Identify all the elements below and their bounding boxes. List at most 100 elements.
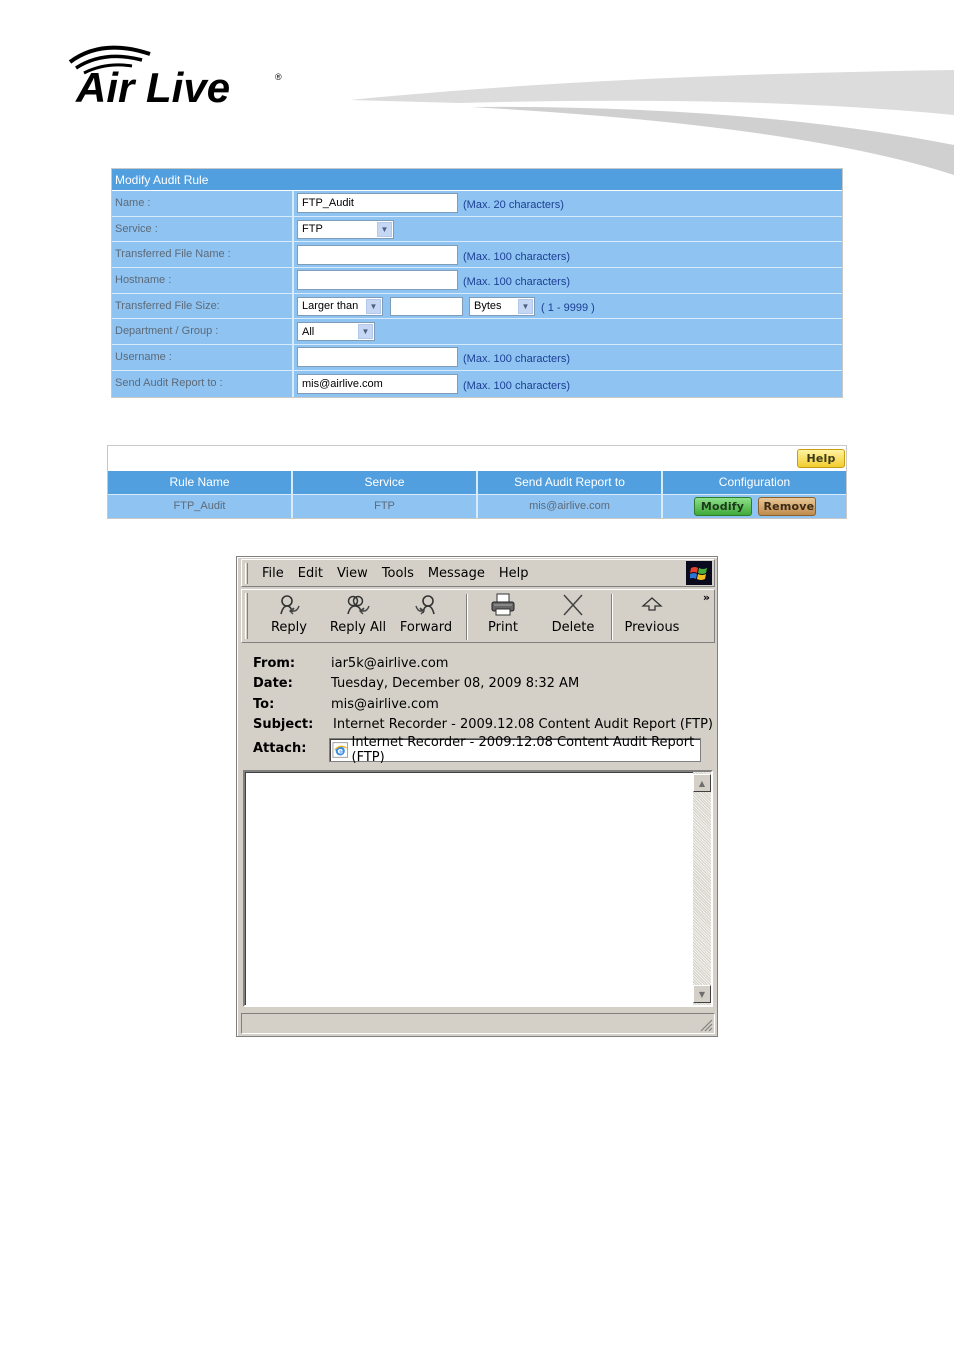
cell-report-to: mis@airlive.com	[478, 494, 663, 518]
reply-all-button[interactable]: Reply All	[323, 592, 393, 642]
status-bar	[241, 1013, 715, 1034]
delete-icon	[563, 594, 583, 616]
remove-button[interactable]: Remove	[757, 497, 816, 516]
reply-all-label: Reply All	[329, 620, 387, 635]
menu-file[interactable]: File	[262, 566, 284, 581]
menu-message[interactable]: Message	[428, 566, 485, 581]
username-input[interactable]	[297, 347, 458, 368]
menu-bar: File Edit View Tools Message Help	[241, 559, 715, 587]
toolbar-overflow-chevron-icon[interactable]: »	[703, 591, 710, 604]
delete-label: Delete	[551, 620, 595, 635]
comparator-select[interactable]: Larger than ▼	[297, 296, 383, 316]
hostname-input[interactable]	[297, 270, 458, 291]
header-from: From: iar5k@airlive.com	[253, 653, 713, 674]
row-username: Username : (Max. 100 characters)	[112, 345, 842, 371]
to-label: To:	[253, 696, 275, 712]
airlive-logo: Air Live ®	[62, 40, 292, 111]
file-size-hint: ( 1 - 9999 )	[541, 302, 595, 315]
help-button[interactable]: Help	[797, 449, 845, 468]
print-icon	[491, 593, 515, 616]
row-department: Department / Group : All ▼	[112, 319, 842, 346]
scroll-down-icon[interactable]: ▼	[693, 985, 711, 1003]
resize-grip-icon[interactable]	[699, 1018, 713, 1032]
hostname-hint: (Max. 100 characters)	[463, 276, 570, 289]
menu-help[interactable]: Help	[499, 566, 529, 581]
col-rule-name: Rule Name	[108, 471, 293, 494]
chevron-down-icon[interactable]: ▼	[377, 221, 392, 237]
file-size-label: Transferred File Size:	[112, 293, 294, 319]
attachment-item[interactable]: e Internet Recorder - 2009.12.08 Content…	[329, 735, 701, 765]
service-label: Service :	[112, 216, 294, 242]
forward-icon	[415, 595, 435, 615]
reply-label: Reply	[270, 620, 307, 635]
name-input[interactable]	[297, 193, 458, 214]
chevron-down-icon[interactable]: ▼	[518, 298, 533, 314]
svg-text:®: ®	[275, 72, 282, 82]
row-file-name: Transferred File Name : (Max. 100 charac…	[112, 242, 842, 269]
row-name: Name : (Max. 20 characters)	[112, 191, 842, 217]
menu-edit[interactable]: Edit	[298, 566, 323, 581]
header-subject: Subject: Internet Recorder - 2009.12.08 …	[253, 715, 713, 736]
toolbar-separator	[611, 594, 613, 640]
reply-all-icon	[347, 595, 370, 615]
cell-service: FTP	[293, 494, 478, 518]
username-label: Username :	[112, 345, 294, 370]
chevron-down-icon[interactable]: ▼	[366, 298, 381, 314]
row-file-size: Transferred File Size: Larger than ▼ Byt…	[112, 293, 842, 320]
mail-headers: From: iar5k@airlive.com Date: Tuesday, D…	[253, 653, 713, 765]
print-button[interactable]: Print	[468, 592, 538, 642]
subject-value: Internet Recorder - 2009.12.08 Content A…	[333, 717, 713, 733]
file-name-hint: (Max. 100 characters)	[463, 250, 570, 263]
file-name-input[interactable]	[297, 244, 458, 265]
email-window: File Edit View Tools Message Help Reply …	[236, 556, 718, 1037]
col-service: Service	[293, 471, 478, 494]
audit-rules-table: Help Rule Name Service Send Audit Report…	[107, 445, 847, 519]
department-selected: All	[302, 325, 315, 338]
row-send-report: Send Audit Report to : (Max. 100 charact…	[112, 370, 842, 397]
attach-label: Attach:	[253, 740, 307, 756]
subject-label: Subject:	[253, 717, 314, 733]
col-configuration: Configuration	[663, 471, 846, 494]
menu-tools[interactable]: Tools	[382, 566, 414, 581]
attachment-name: Internet Recorder - 2009.12.08 Content A…	[351, 735, 695, 765]
department-select[interactable]: All ▼	[297, 322, 375, 342]
comparator-selected: Larger than	[302, 300, 359, 313]
forward-button[interactable]: Forward	[391, 592, 461, 642]
name-label: Name :	[112, 191, 294, 216]
svg-text:Air Live: Air Live	[75, 64, 230, 110]
scroll-up-icon[interactable]: ▲	[693, 774, 711, 792]
menu-grip[interactable]	[245, 563, 248, 584]
send-report-hint: (Max. 100 characters)	[463, 379, 570, 392]
mail-toolbar: Reply Reply All Forward Print Delete Pre…	[241, 589, 715, 643]
reply-button[interactable]: Reply	[254, 592, 324, 642]
delete-button[interactable]: Delete	[538, 592, 608, 642]
vertical-scrollbar[interactable]: ▲ ▼	[693, 772, 711, 1005]
menu-view[interactable]: View	[337, 566, 368, 581]
modify-button[interactable]: Modify	[693, 497, 752, 516]
previous-label: Previous	[624, 620, 680, 635]
header-swoosh	[350, 65, 954, 180]
date-label: Date:	[253, 676, 293, 692]
department-label: Department / Group :	[112, 319, 294, 345]
hostname-label: Hostname :	[112, 268, 294, 293]
name-hint: (Max. 20 characters)	[463, 199, 564, 212]
file-name-label: Transferred File Name :	[112, 242, 294, 268]
message-body[interactable]: ▲ ▼	[243, 770, 713, 1007]
service-selected: FTP	[302, 223, 323, 236]
previous-icon	[641, 597, 663, 611]
file-size-input[interactable]	[390, 296, 463, 316]
service-select[interactable]: FTP ▼	[297, 219, 394, 239]
windows-logo-icon	[686, 561, 712, 585]
from-value: iar5k@airlive.com	[331, 655, 449, 671]
from-label: From:	[253, 655, 296, 671]
toolbar-grip[interactable]	[245, 593, 248, 639]
table-header: Rule Name Service Send Audit Report to C…	[108, 471, 846, 494]
unit-select[interactable]: Bytes ▼	[469, 296, 535, 316]
date-value: Tuesday, December 08, 2009 8:32 AM	[331, 676, 580, 692]
reply-icon	[280, 595, 300, 615]
header-to: To: mis@airlive.com	[253, 694, 713, 715]
previous-button[interactable]: Previous	[617, 592, 687, 642]
send-report-input[interactable]	[297, 373, 458, 394]
chevron-down-icon[interactable]: ▼	[358, 324, 373, 340]
modify-audit-rule-form: Modify Audit Rule Name : (Max. 20 charac…	[111, 168, 843, 398]
